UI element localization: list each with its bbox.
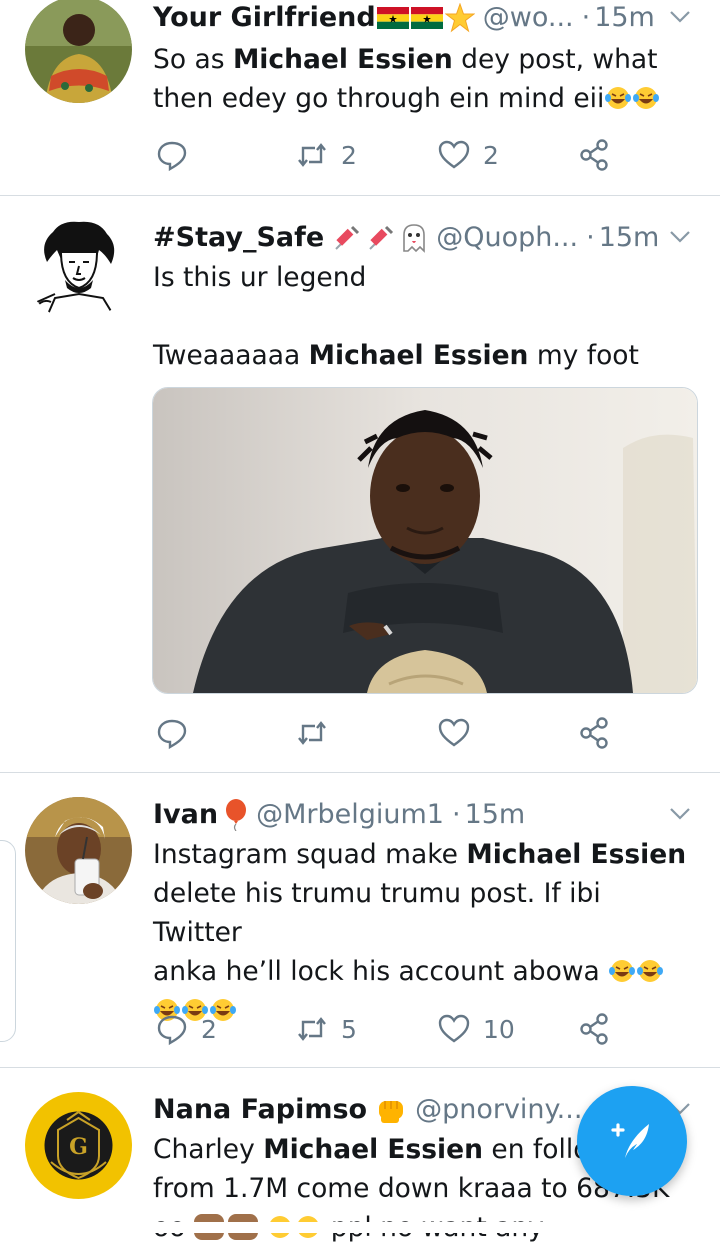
retweet-button[interactable]	[295, 713, 341, 753]
timestamp: 15m	[594, 2, 655, 33]
compose-tweet-button[interactable]	[577, 1086, 687, 1196]
tweet[interactable]: Your Girlfriend @wo... · 15m So as Micha…	[0, 0, 720, 195]
separator-dot: ·	[451, 799, 461, 830]
retweet-icon	[298, 143, 326, 167]
ghost-icon	[400, 223, 428, 253]
retweet-button[interactable]: 2	[295, 135, 357, 175]
laughing-emoji-icon	[637, 960, 664, 982]
chevron-down-icon[interactable]	[666, 2, 694, 30]
tweet-header: Your Girlfriend @wo... · 15m	[153, 0, 694, 36]
reply-button[interactable]	[155, 713, 201, 753]
share-icon	[580, 139, 608, 171]
ghana-flag-icon	[376, 7, 409, 29]
like-button[interactable]: 2	[437, 135, 499, 175]
reply-button[interactable]	[155, 135, 201, 175]
tweet-text: So as Michael Essien dey post, what then…	[153, 44, 660, 114]
handle: @Mrbelgium1	[256, 799, 444, 830]
syringe-icon	[366, 223, 396, 253]
separator-dot: ·	[581, 2, 591, 33]
avatar[interactable]	[25, 214, 132, 321]
tweet-actions: 2 2	[155, 135, 625, 175]
laughing-emoji-icon	[605, 87, 632, 109]
tweet-text: Instagram squad make Michael Essien dele…	[153, 835, 696, 1030]
star-icon	[444, 3, 475, 33]
syringe-icon	[332, 223, 362, 253]
chevron-down-icon[interactable]	[666, 799, 694, 827]
separator-dot: ·	[586, 222, 595, 253]
handle: @pnorviny...	[415, 1094, 583, 1125]
tweet-header: #Stay_Safe @Quoph... · 15m	[153, 220, 694, 256]
like-icon	[438, 140, 470, 169]
chevron-down-icon[interactable]	[666, 222, 694, 250]
tweet-media-image[interactable]	[152, 387, 698, 694]
timestamp: 15m	[598, 222, 660, 253]
reply-icon	[157, 719, 187, 750]
retweet-icon	[298, 1017, 326, 1041]
handle: @wo...	[482, 2, 574, 33]
share-button[interactable]	[578, 1009, 612, 1049]
laughing-emoji-icon	[609, 960, 636, 982]
compose-icon	[611, 1123, 649, 1158]
timestamp: 15m	[464, 799, 526, 830]
like-icon	[438, 1014, 470, 1043]
svg-text:G: G	[69, 1134, 88, 1160]
tweet-actions	[155, 713, 625, 753]
retweet-button[interactable]: 5	[295, 1009, 357, 1049]
tweet-actions: 2 5 10	[155, 1009, 625, 1049]
tweet[interactable]: #Stay_Safe @Quoph... · 15m Is this ur le…	[0, 196, 720, 772]
display-name[interactable]: Ivan	[153, 797, 218, 833]
tweet[interactable]: Ivan @Mrbelgium1 · 15m Instagram squad m…	[0, 773, 720, 1067]
avatar[interactable]: G	[25, 1092, 132, 1199]
display-name[interactable]: Nana Fapimso	[153, 1092, 367, 1128]
tweet-text: Is this ur legend Tweaaaaaa Michael Essi…	[153, 262, 639, 371]
like-icon	[438, 718, 470, 747]
avatar[interactable]	[25, 0, 132, 103]
display-name[interactable]: #Stay_Safe	[153, 220, 324, 256]
share-icon	[580, 717, 608, 749]
like-button[interactable]	[437, 713, 483, 753]
reply-button[interactable]: 2	[155, 1009, 217, 1049]
laughing-emoji-icon	[633, 87, 660, 109]
reply-icon	[157, 1015, 187, 1046]
viewport-edge	[0, 1222, 720, 1233]
ghana-flag-icon	[410, 7, 443, 29]
tweet-header: Ivan @Mrbelgium1 · 15m	[153, 797, 694, 833]
avatar[interactable]	[25, 797, 132, 904]
share-button[interactable]	[578, 713, 612, 753]
display-name[interactable]: Your Girlfriend	[153, 0, 376, 36]
like-button[interactable]: 10	[437, 1009, 515, 1049]
share-icon	[580, 1013, 608, 1045]
side-panel-handle[interactable]	[0, 840, 16, 1042]
share-button[interactable]	[578, 135, 612, 175]
balloon-icon	[224, 799, 248, 831]
retweet-icon	[298, 721, 326, 745]
fist-icon	[375, 1095, 407, 1125]
reply-icon	[157, 141, 187, 172]
handle: @Quoph...	[436, 222, 579, 253]
